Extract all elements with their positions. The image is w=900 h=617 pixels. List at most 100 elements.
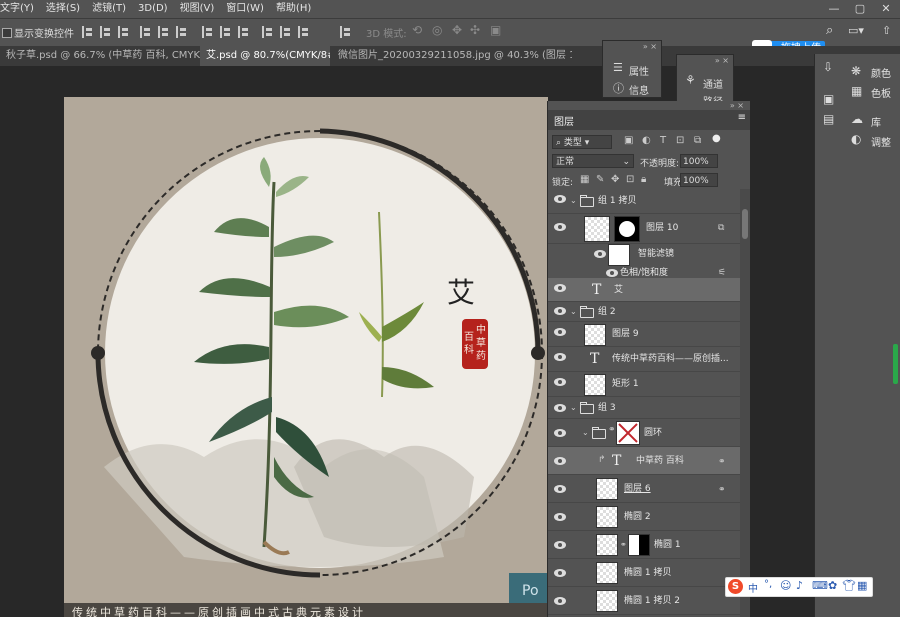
minimize-icon[interactable]: — bbox=[822, 0, 846, 18]
align-left-icon[interactable] bbox=[82, 26, 96, 38]
visibility-eye-icon[interactable] bbox=[594, 250, 606, 258]
ime-mode-label[interactable]: 中 bbox=[748, 580, 758, 595]
adjustments-icon[interactable]: ◐ bbox=[851, 132, 861, 146]
visibility-eye-icon[interactable] bbox=[554, 597, 566, 605]
menu-3d[interactable]: 3D(D) bbox=[132, 0, 174, 18]
blend-mode-select[interactable]: 正常 ⌄ bbox=[552, 154, 634, 168]
navigator-icon[interactable]: ▣ bbox=[823, 92, 834, 106]
grid-icon[interactable]: ▦ bbox=[857, 579, 867, 592]
auto-align-icon[interactable] bbox=[340, 26, 354, 38]
tab-ai[interactable]: 艾.psd @ 80.7%(CMYK/8#)× bbox=[200, 46, 330, 66]
info-label[interactable]: 信息 bbox=[629, 82, 649, 97]
info-icon[interactable]: ⓘ bbox=[613, 80, 624, 96]
color-label[interactable]: 颜色 bbox=[871, 65, 891, 80]
3d-roll-icon[interactable]: ◎ bbox=[432, 23, 442, 37]
chevron-down-icon[interactable]: ⌄ bbox=[570, 189, 577, 213]
layer-row-ellipse2[interactable]: 椭圆 2 bbox=[548, 503, 740, 531]
layers-scrollbar[interactable] bbox=[740, 189, 750, 617]
voice-icon[interactable]: ♪ bbox=[796, 579, 803, 592]
visibility-eye-icon[interactable] bbox=[606, 269, 618, 277]
layer-row-ai-text[interactable]: T 艾 bbox=[548, 278, 740, 302]
libraries-label[interactable]: 库 bbox=[871, 114, 881, 129]
layer-row-ellipse1[interactable]: ⚭ 椭圆 1 bbox=[548, 531, 740, 559]
visibility-eye-icon[interactable] bbox=[554, 429, 566, 437]
properties-label[interactable]: 属性 bbox=[629, 63, 649, 78]
emoji-icon[interactable]: ☺ bbox=[780, 579, 791, 592]
properties-icon[interactable]: ☰ bbox=[613, 61, 623, 74]
layer-row-layer9[interactable]: 图层 9 bbox=[548, 322, 740, 347]
chevron-down-icon[interactable]: ⌄ bbox=[582, 419, 589, 447]
ime-logo-icon[interactable]: S bbox=[728, 579, 743, 594]
adjustments-label[interactable]: 调整 bbox=[871, 134, 891, 149]
document-canvas[interactable]: 艾 中 草 药 百 科 Po 传统中草药百科——原创插画中式古典元素设计 bbox=[64, 97, 548, 617]
keyboard-icon[interactable]: ⌨ bbox=[812, 579, 828, 592]
skin-icon[interactable]: ✿ bbox=[828, 579, 837, 592]
layer-filter-select[interactable]: ⌕ 类型 ▾ bbox=[552, 135, 612, 149]
distribute-top-icon[interactable] bbox=[202, 26, 216, 38]
visibility-eye-icon[interactable] bbox=[554, 569, 566, 577]
libraries-icon[interactable]: ☁ bbox=[851, 112, 863, 126]
layer-row-smart-filter[interactable]: 智能滤镜 bbox=[548, 244, 740, 266]
layer-row-layer10[interactable]: 图层 10 ⧉ bbox=[548, 214, 740, 244]
align-top-icon[interactable] bbox=[140, 26, 154, 38]
visibility-eye-icon[interactable] bbox=[554, 223, 566, 231]
workspace-icon[interactable]: ▭▾ bbox=[848, 24, 864, 37]
visibility-eye-icon[interactable] bbox=[554, 485, 566, 493]
opacity-input[interactable]: 100% bbox=[680, 154, 718, 168]
search-icon[interactable]: ⌕ bbox=[826, 23, 833, 38]
layer-row-group2[interactable]: ⌄ 组 2 bbox=[548, 302, 740, 322]
align-center-icon[interactable] bbox=[100, 26, 114, 38]
show-transform-checkbox[interactable] bbox=[2, 28, 12, 38]
collapse-icon[interactable]: » × bbox=[730, 101, 744, 110]
notes-icon[interactable]: ▤ bbox=[823, 112, 834, 126]
distribute-right-icon[interactable] bbox=[298, 26, 312, 38]
lock-image-icon[interactable]: ✎ bbox=[596, 174, 604, 185]
3d-rotate-icon[interactable]: ⟲ bbox=[412, 23, 422, 37]
filter-options-icon[interactable]: ⚟ bbox=[718, 269, 730, 278]
tab-wechat-image[interactable]: 微信图片_20200329211058.jpg @ 40.3% (图层 1, R… bbox=[332, 46, 572, 66]
collapse-icon[interactable]: » × bbox=[643, 42, 657, 51]
visibility-eye-icon[interactable] bbox=[554, 378, 566, 386]
visibility-eye-icon[interactable] bbox=[554, 195, 566, 203]
collapse-icon[interactable]: » × bbox=[715, 56, 729, 65]
layer-row-ellipse1-copy2[interactable]: 椭圆 1 拷贝 2 bbox=[548, 587, 740, 615]
menu-text[interactable]: 文字(Y) bbox=[0, 0, 40, 18]
shirt-icon[interactable]: 👕︎ bbox=[842, 579, 856, 592]
swatches-icon[interactable]: ▦ bbox=[851, 84, 862, 98]
layer-row-herbal-text[interactable]: ↱ T 中草药 百科 ⚭ bbox=[548, 447, 740, 475]
fill-input[interactable]: 100% bbox=[680, 173, 718, 187]
visibility-eye-icon[interactable] bbox=[554, 353, 566, 361]
swatches-label[interactable]: 色板 bbox=[871, 85, 891, 100]
chevron-down-icon[interactable]: ⌄ bbox=[570, 302, 577, 322]
filter-toggle-icon[interactable]: ● bbox=[712, 133, 721, 144]
visibility-eye-icon[interactable] bbox=[554, 513, 566, 521]
chevron-down-icon[interactable]: ⌄ bbox=[570, 397, 577, 419]
visibility-eye-icon[interactable] bbox=[554, 457, 566, 465]
maximize-icon[interactable]: ▢ bbox=[848, 0, 872, 18]
distribute-center-icon[interactable] bbox=[280, 26, 294, 38]
lock-position-icon[interactable]: ✥ bbox=[611, 174, 619, 185]
align-right-icon[interactable] bbox=[118, 26, 132, 38]
punctuation-icon[interactable]: °, bbox=[764, 579, 772, 590]
scrollbar-thumb[interactable] bbox=[742, 209, 748, 239]
lock-artboard-icon[interactable]: ⊡ bbox=[626, 174, 634, 185]
filter-pixel-icon[interactable]: ▣ bbox=[624, 135, 633, 146]
menu-help[interactable]: 帮助(H) bbox=[270, 0, 317, 18]
color-icon[interactable]: ❋ bbox=[851, 64, 861, 78]
filter-type-icon[interactable]: T bbox=[660, 135, 666, 146]
layer-row-group3[interactable]: ⌄ 组 3 bbox=[548, 397, 740, 419]
menu-filter[interactable]: 滤镜(T) bbox=[86, 0, 132, 18]
align-middle-icon[interactable] bbox=[158, 26, 172, 38]
tool-presets-icon[interactable]: ⇩ bbox=[823, 60, 833, 74]
distribute-middle-icon[interactable] bbox=[220, 26, 234, 38]
share-icon[interactable]: ⇧ bbox=[882, 24, 891, 37]
3d-scale-icon[interactable]: ▣ bbox=[490, 23, 501, 37]
visibility-eye-icon[interactable] bbox=[554, 284, 566, 292]
lock-all-icon[interactable]: 🔒︎ bbox=[641, 174, 646, 185]
distribute-left-icon[interactable] bbox=[262, 26, 276, 38]
tab-qiuzicao[interactable]: 秋子草.psd @ 66.7% (中草药 百科, CMYK/8#)× bbox=[0, 46, 200, 66]
filter-adjust-icon[interactable]: ◐ bbox=[642, 135, 651, 146]
visibility-eye-icon[interactable] bbox=[554, 541, 566, 549]
menu-view[interactable]: 视图(V) bbox=[174, 0, 221, 18]
layer-row-rect1[interactable]: 矩形 1 bbox=[548, 372, 740, 397]
